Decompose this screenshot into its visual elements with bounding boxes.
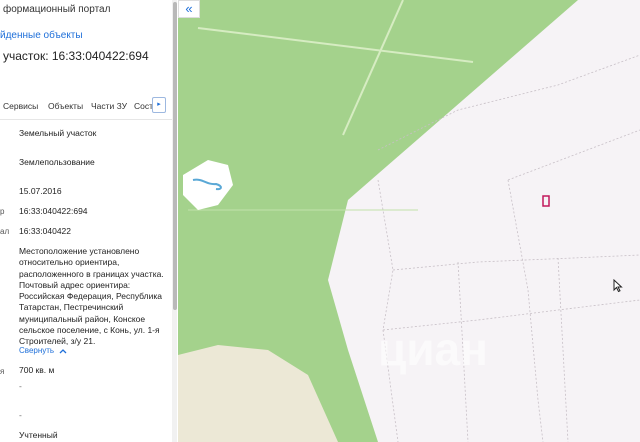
collapse-link[interactable]: Свернуть [19,346,67,355]
collapse-label: Свернуть [19,346,55,355]
empty-value-2: - [19,410,22,420]
registration-date-value: 15.07.2016 [19,186,62,196]
status-value: Учтенный [19,430,58,440]
parcel-title: участок: 16:33:040422:694 [3,49,149,63]
tab-objects[interactable]: Объекты [48,101,83,111]
cian-watermark: циан [378,323,488,375]
chevron-up-icon [59,348,67,354]
info-panel: формационный портал йденные объекты учас… [0,0,178,442]
tab-parts[interactable]: Части ЗУ [91,101,127,111]
cadastral-number-value: 16:33:040422:694 [19,206,88,216]
quarter-label: ал [0,227,10,236]
area-value: 700 кв. м [19,365,55,375]
portal-title: формационный портал [3,4,111,15]
land-use-value: Землепользование [19,157,95,167]
tab-scroll-right-icon[interactable]: ▸ [152,97,166,113]
collapse-panel-button[interactable]: « [178,0,200,18]
selected-parcel [542,195,550,207]
cadastral-number-label: р [0,207,5,216]
quarter-number-value: 16:33:040422 [19,226,71,236]
found-objects-link[interactable]: йденные объекты [0,30,83,41]
address-text: Местоположение установлено относительно … [19,246,164,347]
mouse-cursor-icon [613,279,623,293]
area-label: я [0,367,5,376]
panel-scroll-thumb[interactable] [173,2,177,310]
tab-divider [0,119,172,120]
object-type-value: Земельный участок [19,128,97,138]
tab-services[interactable]: Сервисы [3,101,38,111]
tab-bar: Сервисы Объекты Части ЗУ Соста ▸ [0,96,172,116]
map-view[interactable]: циан [178,0,640,442]
empty-value-1: - [19,381,22,391]
